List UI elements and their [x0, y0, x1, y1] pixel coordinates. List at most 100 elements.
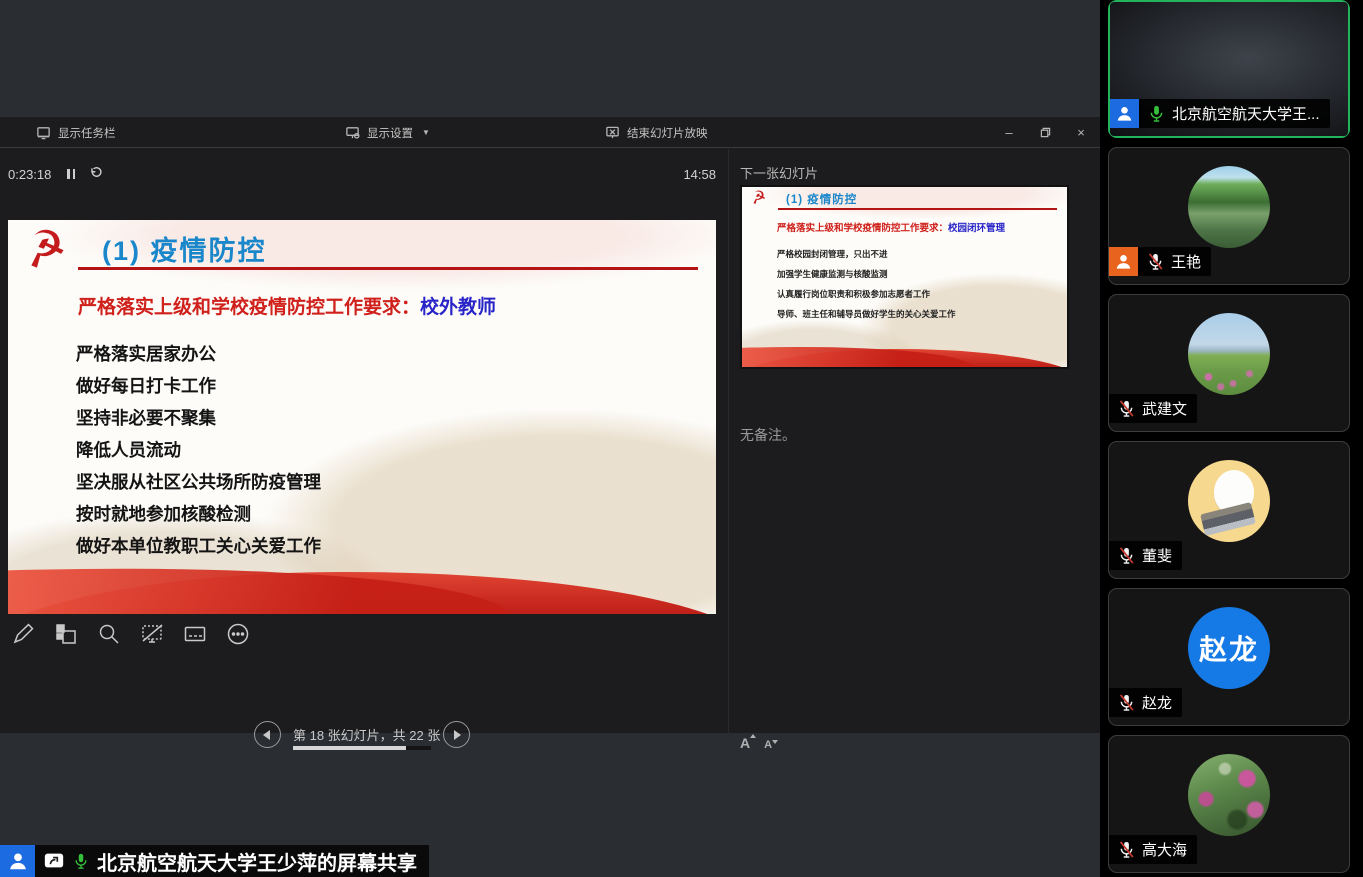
next-slide-pane: 下一张幻灯片 ☭ (1) 疫情防控 严格落实上级和学校疫情防控工作要求：校园闭环… [728, 149, 1100, 733]
presenter-tools [10, 621, 251, 647]
person-badge [1109, 247, 1138, 276]
person-icon [1114, 252, 1133, 271]
next-slide-bullets: 严格校园封闭管理，只出不进加强学生健康监测与核酸监测认真履行岗位职责和积极参加志… [777, 244, 1059, 324]
next-slide-canvas: ☭ (1) 疫情防控 严格落实上级和学校疫情防控工作要求：校园闭环管理 严格校园… [742, 187, 1067, 367]
shared-screen-area: 显示任务栏 显示设置 ▼ 结束幻灯片放映 – × [0, 0, 1100, 877]
window-controls: – × [998, 117, 1092, 148]
participant-avatar: 赵龙 [1188, 607, 1270, 689]
more-options-button[interactable] [225, 621, 251, 647]
participant-mic [1147, 104, 1166, 123]
next-slide-heading: 严格落实上级和学校疫情防控工作要求：校园闭环管理 [777, 220, 1005, 234]
mic-muted-icon [1117, 399, 1136, 418]
participant-tile[interactable]: 董斐 [1108, 441, 1350, 579]
screen-share-text: 北京航空航天大学王少萍的屏幕共享 [97, 847, 417, 876]
participant-label: 高大海 [1109, 835, 1197, 864]
restore-button[interactable] [1034, 123, 1056, 143]
slide-ribbon-art [742, 343, 1067, 367]
participant-name: 王艳 [1171, 251, 1201, 272]
next-slide-bullet: 加强学生健康监测与核酸监测 [777, 264, 1059, 284]
participant-tile[interactable]: 王艳 [1108, 147, 1350, 285]
slide-progress-fill [293, 746, 406, 750]
display-settings-button[interactable]: 显示设置 ▼ [345, 117, 430, 148]
magnifier-icon [97, 622, 121, 646]
participant-label: 北京航空航天大学王... [1110, 99, 1330, 128]
participant-mic [1117, 399, 1136, 418]
participant-tile[interactable]: 高大海 [1108, 735, 1350, 873]
show-taskbar-label: 显示任务栏 [58, 125, 116, 141]
minimize-button[interactable]: – [998, 123, 1020, 143]
increase-font-button[interactable]: A [740, 735, 750, 751]
zoom-slide-button[interactable] [96, 621, 122, 647]
next-slide-button[interactable] [443, 721, 470, 748]
subtitles-button[interactable] [182, 621, 208, 647]
pause-timer-button[interactable] [67, 169, 75, 179]
person-badge [1110, 99, 1139, 128]
pen-icon [11, 622, 35, 646]
increase-font-label: A [740, 735, 750, 751]
decrease-font-label: A [764, 739, 772, 751]
next-slide-thumbnail: ☭ (1) 疫情防控 严格落实上级和学校疫情防控工作要求：校园闭环管理 严格校园… [740, 185, 1069, 369]
display-settings-label: 显示设置 [367, 125, 413, 141]
subtitles-icon [183, 622, 207, 646]
see-all-slides-button[interactable] [53, 621, 79, 647]
mic-muted-icon [1117, 546, 1136, 565]
mic-muted-icon [1146, 252, 1165, 271]
next-slide-bullet: 认真履行岗位职责和积极参加志愿者工作 [777, 284, 1059, 304]
arrow-left-icon [263, 730, 270, 740]
slide-bullets: 严格落实居家办公做好每日打卡工作坚持非必要不聚集降低人员流动坚决服从社区公共场所… [76, 338, 696, 562]
monitor-slash-icon [140, 622, 164, 646]
next-slide-title: (1) 疫情防控 [786, 191, 857, 207]
end-slideshow-button[interactable]: 结束幻灯片放映 [605, 117, 708, 148]
participant-mic [1117, 693, 1136, 712]
taskbar-icon [36, 125, 51, 140]
restart-timer-button[interactable] [89, 166, 102, 182]
slide-heading: 严格落实上级和学校疫情防控工作要求：校外教师 [78, 292, 496, 319]
next-slide-heading-blue: 校园闭环管理 [948, 223, 1005, 234]
participant-tile[interactable]: 武建文 [1108, 294, 1350, 432]
notes-text: 无备注。 [740, 425, 796, 445]
pen-tool-button[interactable] [10, 621, 36, 647]
next-slide-title-rule [778, 208, 1057, 210]
participant-mic [1117, 840, 1136, 859]
participant-name: 赵龙 [1142, 692, 1172, 713]
restore-icon [1040, 127, 1051, 138]
mic-muted-icon [1117, 693, 1136, 712]
participant-tile[interactable]: 北京航空航天大学王... [1108, 0, 1350, 138]
chevron-down-icon: ▼ [422, 128, 430, 137]
screen-share-banner: 北京航空航天大学王少萍的屏幕共享 [0, 845, 429, 877]
current-slide: ☭ (1) 疫情防控 严格落实上级和学校疫情防控工作要求：校外教师 严格落实居家… [8, 220, 716, 614]
person-icon [7, 850, 29, 872]
slide-progress-bar [293, 746, 431, 750]
current-slide-pane: 0:23:18 14:58 ☭ (1) 疫情防控 严格落实上级和学校疫情防控工作… [0, 149, 728, 733]
participant-tiles: 北京航空航天大学王... 王艳 [1108, 0, 1350, 877]
display-settings-icon [345, 125, 360, 140]
previous-slide-button[interactable] [254, 721, 281, 748]
close-button[interactable]: × [1070, 123, 1092, 143]
participant-name: 高大海 [1142, 839, 1187, 860]
slide-bullet: 坚持非必要不聚集 [76, 402, 696, 434]
black-screen-button[interactable] [139, 621, 165, 647]
next-slide-heading-red: 严格落实上级和学校疫情防控工作要求： [777, 223, 948, 234]
participant-avatar [1188, 460, 1270, 542]
person-icon [1115, 104, 1134, 123]
presenter-view-window: 显示任务栏 显示设置 ▼ 结束幻灯片放映 – × [0, 117, 1100, 733]
next-slide-label: 下一张幻灯片 [740, 163, 818, 182]
participant-mic [1146, 252, 1165, 271]
participant-label: 赵龙 [1109, 688, 1182, 717]
clock-time: 14:58 [683, 167, 716, 182]
participant-tile[interactable]: 赵龙 赵龙 [1108, 588, 1350, 726]
participant-name: 北京航空航天大学王... [1172, 103, 1320, 124]
participant-label: 王艳 [1109, 247, 1211, 276]
show-taskbar-button[interactable]: 显示任务栏 [36, 117, 116, 148]
presenter-titlebar: 显示任务栏 显示设置 ▼ 结束幻灯片放映 – × [0, 117, 1100, 148]
slide-bullet: 坚决服从社区公共场所防疫管理 [76, 466, 696, 498]
slide-bullet: 做好每日打卡工作 [76, 370, 696, 402]
slide-heading-red: 严格落实上级和学校疫情防控工作要求： [78, 297, 420, 318]
slide-navigation: 第 18 张幻灯片，共 22 张 [0, 719, 728, 765]
participant-avatar [1188, 313, 1270, 395]
presenter-avatar-badge [0, 845, 35, 877]
decrease-font-button[interactable]: A [764, 739, 772, 751]
slide-title-rule [78, 267, 698, 270]
slide-ribbon-art [8, 558, 716, 614]
participant-avatar [1188, 754, 1270, 836]
